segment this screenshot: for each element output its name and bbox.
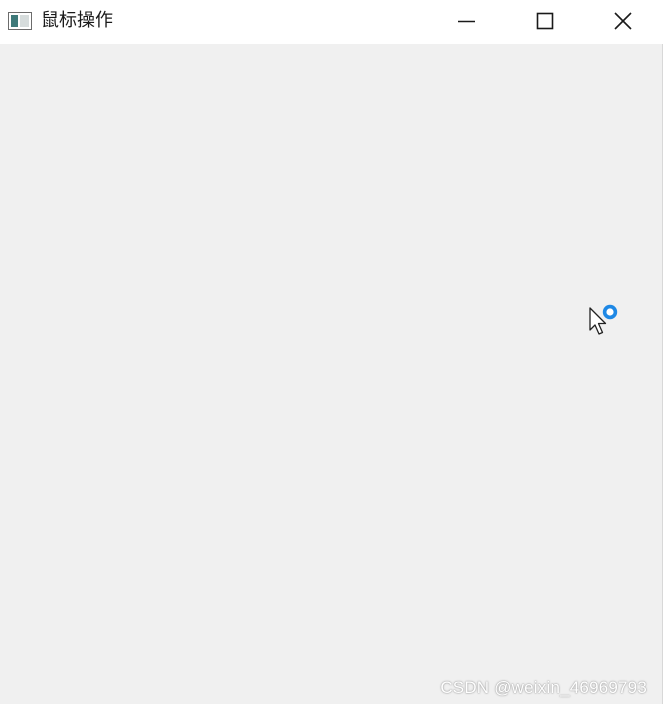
watermark-text: CSDN @weixin_46969793 xyxy=(440,678,647,697)
minimize-icon xyxy=(458,20,475,23)
window-title: 鼠标操作 xyxy=(41,10,113,31)
app-window-icon[interactable] xyxy=(8,12,32,30)
client-area[interactable] xyxy=(0,44,662,704)
close-icon xyxy=(614,12,632,30)
close-button[interactable] xyxy=(584,0,662,44)
maximize-button[interactable] xyxy=(506,0,584,44)
title-bar[interactable]: 鼠标操作 xyxy=(0,0,663,44)
minimize-button[interactable] xyxy=(428,0,506,44)
maximize-icon xyxy=(536,12,554,30)
busy-arrow-cursor-icon xyxy=(586,299,626,339)
app-window: 鼠标操作 CSDN @weixin_46969793 xyxy=(0,0,663,704)
